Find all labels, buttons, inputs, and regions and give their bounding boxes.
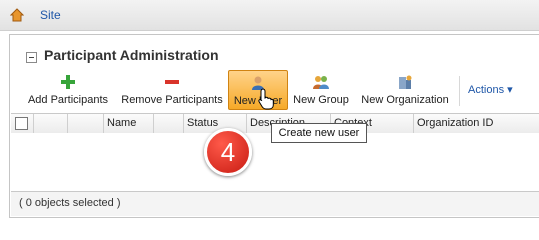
column-organization-id[interactable]: Organization ID bbox=[414, 114, 539, 133]
add-participants-label: Add Participants bbox=[27, 94, 109, 106]
collapse-icon[interactable] bbox=[26, 52, 37, 63]
column-name[interactable]: Name bbox=[104, 114, 154, 133]
new-group-button[interactable]: New Group bbox=[290, 70, 352, 108]
column-blank-2 bbox=[68, 114, 104, 133]
grid-footer: ( 0 objects selected ) bbox=[11, 191, 539, 216]
new-organization-label: New Organization bbox=[361, 94, 449, 106]
column-blank-3 bbox=[154, 114, 184, 133]
group-icon bbox=[313, 76, 329, 89]
tooltip: Create new user bbox=[271, 123, 367, 143]
toolbar: Add Participants Remove Participants New… bbox=[10, 70, 539, 110]
add-participants-button[interactable]: Add Participants bbox=[24, 70, 112, 108]
toolbar-separator bbox=[459, 76, 460, 106]
select-all-checkbox[interactable] bbox=[15, 117, 28, 130]
actions-menu[interactable]: Actions ▾ bbox=[468, 83, 513, 96]
selection-count: ( 0 objects selected ) bbox=[19, 197, 121, 209]
remove-participants-label: Remove Participants bbox=[121, 94, 223, 106]
select-all-column bbox=[11, 114, 34, 133]
site-link[interactable]: Site bbox=[40, 8, 61, 22]
panel-title: Participant Administration bbox=[44, 47, 219, 63]
panel-header: Participant Administration bbox=[10, 35, 539, 67]
organization-icon bbox=[399, 75, 412, 89]
home-icon[interactable] bbox=[10, 8, 24, 22]
minus-icon bbox=[165, 80, 179, 84]
remove-participants-button[interactable]: Remove Participants bbox=[118, 70, 226, 108]
step-badge: 4 bbox=[204, 128, 252, 176]
new-organization-button[interactable]: New Organization bbox=[358, 70, 452, 108]
top-bar: Site bbox=[0, 0, 539, 31]
hand-cursor-icon bbox=[258, 88, 274, 110]
new-group-label: New Group bbox=[293, 94, 349, 106]
plus-icon bbox=[61, 75, 75, 89]
column-blank-1 bbox=[34, 114, 68, 133]
